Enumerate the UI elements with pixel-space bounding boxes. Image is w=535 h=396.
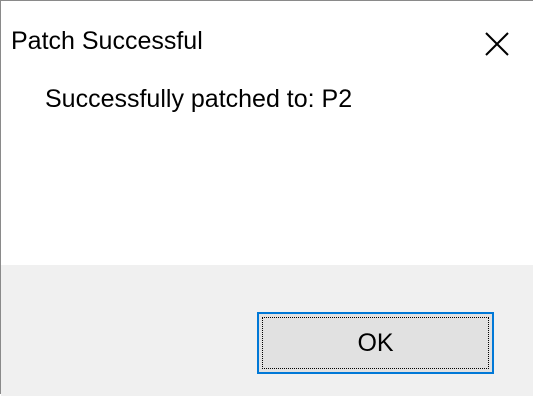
- dialog-footer: OK: [1, 265, 533, 396]
- message-dialog: Patch Successful Successfully patched to…: [0, 0, 533, 396]
- ok-button-label: OK: [357, 328, 394, 357]
- ok-button[interactable]: OK: [257, 312, 494, 374]
- dialog-content: Successfully patched to: P2: [1, 85, 533, 265]
- dialog-title: Patch Successful: [11, 27, 203, 55]
- title-bar: Patch Successful: [1, 1, 533, 85]
- close-icon: [485, 32, 509, 56]
- close-button[interactable]: [463, 1, 533, 85]
- dialog-message: Successfully patched to: P2: [45, 85, 353, 113]
